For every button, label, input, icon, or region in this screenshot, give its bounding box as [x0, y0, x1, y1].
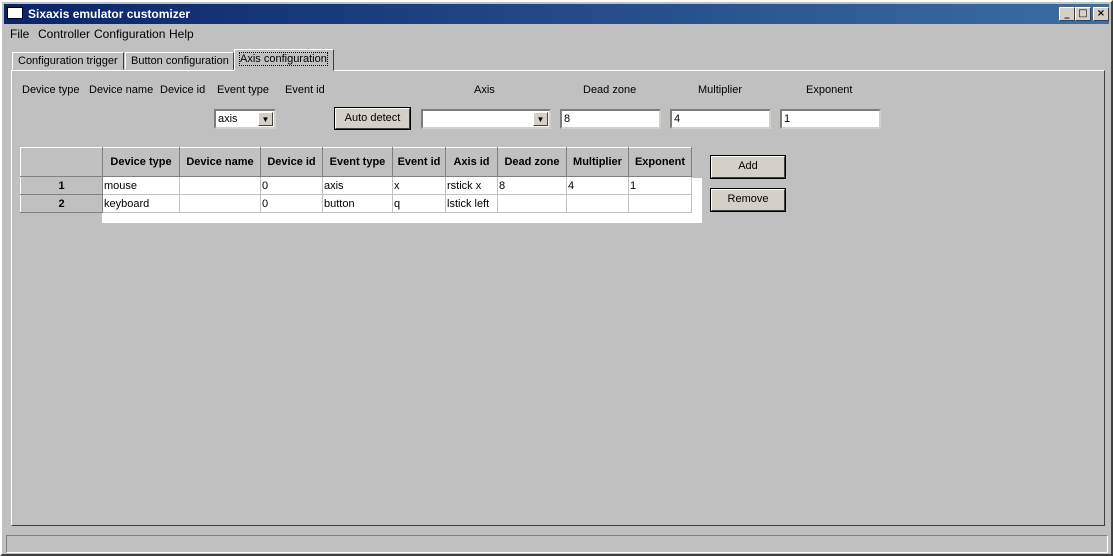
tab-button-configuration[interactable]: Button configuration: [125, 52, 234, 70]
device-id-label: Device id: [160, 84, 206, 96]
column-header[interactable]: Device id: [260, 147, 323, 177]
row-number[interactable]: 1: [20, 176, 103, 195]
column-header[interactable]: Event id: [392, 147, 446, 177]
column-header[interactable]: Event type: [322, 147, 393, 177]
table-cell[interactable]: axis: [322, 176, 393, 195]
table-cell[interactable]: [628, 194, 692, 213]
exponent-field[interactable]: 1: [780, 109, 881, 129]
axis-configuration-panel: [11, 70, 1105, 526]
event-type-select[interactable]: axis ▼: [214, 109, 276, 129]
table-cell[interactable]: [179, 176, 261, 195]
table-cell[interactable]: 0: [260, 194, 323, 213]
menu-bar: File Controller Configuration Help: [6, 25, 1106, 43]
axis-label: Axis: [474, 84, 495, 96]
menu-help[interactable]: Help: [169, 27, 194, 41]
column-header[interactable]: Device name: [179, 147, 261, 177]
title-bar[interactable]: Sixaxis emulator customizer _ □ ×: [4, 4, 1109, 24]
chevron-down-icon[interactable]: ▼: [258, 112, 273, 126]
event-type-label: Event type: [217, 84, 269, 96]
table-cell[interactable]: [566, 194, 629, 213]
event-id-label: Event id: [285, 84, 325, 96]
app-icon: [7, 7, 23, 19]
status-bar: [6, 535, 1108, 553]
exponent-label: Exponent: [806, 84, 853, 96]
device-type-label: Device type: [22, 84, 80, 96]
table-cell[interactable]: [179, 194, 261, 213]
dead-zone-field[interactable]: 8: [560, 109, 661, 129]
column-header[interactable]: Axis id: [445, 147, 498, 177]
table-header-row: Device type Device name Device id Event …: [20, 147, 692, 177]
add-button[interactable]: Add: [710, 155, 786, 179]
column-header[interactable]: Multiplier: [566, 147, 629, 177]
table-cell[interactable]: button: [322, 194, 393, 213]
table-cell[interactable]: 1: [628, 176, 692, 195]
axis-select[interactable]: ▼: [421, 109, 551, 129]
chevron-down-icon[interactable]: ▼: [533, 112, 548, 126]
column-header[interactable]: Device type: [102, 147, 180, 177]
menu-file[interactable]: File: [10, 27, 29, 41]
dead-zone-label: Dead zone: [583, 84, 637, 96]
table-cell[interactable]: 0: [260, 176, 323, 195]
table-cell[interactable]: 8: [497, 176, 567, 195]
maximize-icon[interactable]: □: [1075, 7, 1091, 21]
minimize-icon[interactable]: _: [1059, 7, 1075, 21]
table-cell[interactable]: q: [392, 194, 446, 213]
tab-axis-configuration[interactable]: Axis configuration: [234, 49, 334, 71]
event-type-value: axis: [218, 113, 238, 125]
tab-label: Configuration trigger: [18, 55, 118, 67]
window-title: Sixaxis emulator customizer: [28, 7, 191, 21]
auto-detect-button[interactable]: Auto detect: [334, 107, 411, 130]
tab-configuration-trigger[interactable]: Configuration trigger: [12, 52, 124, 70]
tab-label: Axis configuration: [239, 52, 328, 66]
device-name-label: Device name: [89, 84, 154, 96]
column-header[interactable]: Dead zone: [497, 147, 567, 177]
main-window: Sixaxis emulator customizer _ □ × File C…: [0, 0, 1113, 556]
table-cell[interactable]: lstick left: [445, 194, 498, 213]
tab-label: Button configuration: [131, 55, 229, 67]
table-row[interactable]: 2 keyboard 0 button q lstick left: [20, 194, 692, 213]
menu-controller[interactable]: Controller: [38, 27, 90, 41]
table-cell[interactable]: x: [392, 176, 446, 195]
table-cell[interactable]: keyboard: [102, 194, 180, 213]
row-number[interactable]: 2: [20, 194, 103, 213]
column-header[interactable]: Exponent: [628, 147, 692, 177]
table-cell[interactable]: 4: [566, 176, 629, 195]
remove-button[interactable]: Remove: [710, 188, 786, 212]
close-icon[interactable]: ×: [1093, 7, 1109, 21]
multiplier-label: Multiplier: [698, 84, 743, 96]
corner-cell[interactable]: [20, 147, 103, 177]
table-cell[interactable]: mouse: [102, 176, 180, 195]
menu-configuration[interactable]: Configuration: [94, 27, 165, 41]
table-cell[interactable]: rstick x: [445, 176, 498, 195]
multiplier-field[interactable]: 4: [670, 109, 771, 129]
table-row[interactable]: 1 mouse 0 axis x rstick x 8 4 1: [20, 176, 692, 195]
axis-config-table: Device type Device name Device id Event …: [20, 147, 692, 213]
table-cell[interactable]: [497, 194, 567, 213]
